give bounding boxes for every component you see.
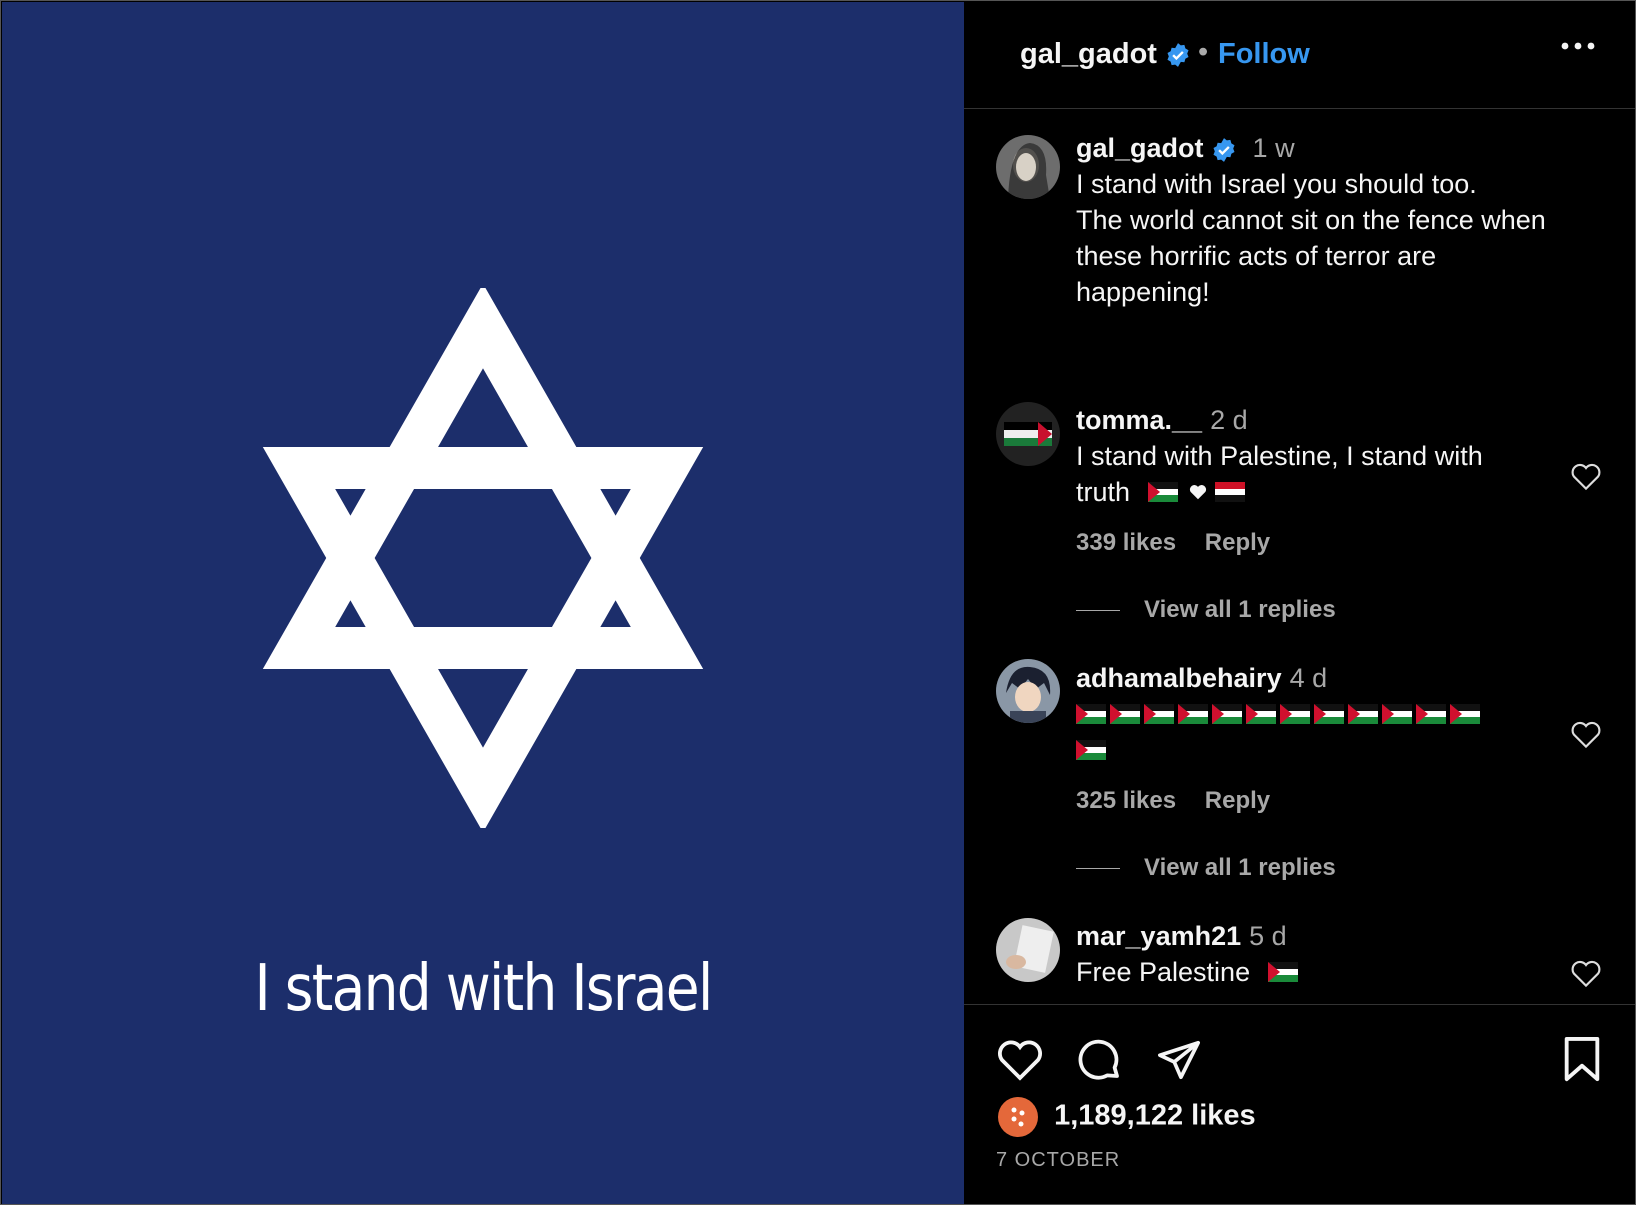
separator-dot: • xyxy=(1198,36,1209,68)
star-of-david-graphic xyxy=(262,288,704,828)
comment-meta: 325 likes Reply xyxy=(1076,787,1292,815)
heart-icon[interactable] xyxy=(996,1037,1044,1081)
caption-time: 1 w xyxy=(1252,133,1295,163)
comment-flags xyxy=(1076,696,1516,768)
palestine-flag-icon xyxy=(1246,703,1276,724)
view-replies[interactable]: View all 1 replies xyxy=(1076,596,1336,624)
share-icon[interactable] xyxy=(1156,1037,1202,1083)
caption-line: happening! xyxy=(1076,277,1210,307)
comment-text: I stand with Palestine, I stand with xyxy=(1076,441,1483,471)
comment: adhamalbehairy 4 d xyxy=(1076,660,1516,768)
post-caption: gal_gadot 1 w I stand with Israel you sh… xyxy=(1076,130,1546,310)
comment-avatar[interactable] xyxy=(996,918,1060,982)
palestine-flag-icon xyxy=(1110,703,1140,724)
view-replies-label[interactable]: View all 1 replies xyxy=(1144,596,1336,623)
post-likes-count[interactable]: 1,189,122 likes xyxy=(1054,1100,1256,1132)
caption-line: these horrific acts of terror are xyxy=(1076,241,1437,271)
author-avatar[interactable] xyxy=(996,135,1060,199)
comment-likes[interactable]: 325 likes xyxy=(1076,787,1176,814)
caption-username[interactable]: gal_gadot xyxy=(1076,133,1204,163)
comment-likes[interactable]: 339 likes xyxy=(1076,529,1176,556)
reply-button[interactable]: Reply xyxy=(1205,787,1270,814)
image-caption: I stand with Israel xyxy=(254,952,713,1026)
palestine-flag-icon xyxy=(1382,703,1412,724)
comment-text: truth xyxy=(1076,477,1131,507)
more-options-icon[interactable] xyxy=(1560,40,1596,52)
palestine-flag-icon xyxy=(1267,961,1298,982)
replies-divider xyxy=(1076,610,1120,612)
liker-avatar xyxy=(998,1097,1038,1137)
comment-icon[interactable] xyxy=(1076,1037,1124,1085)
post-window: I stand with Israel gal_gadot • Follow g… xyxy=(0,0,1636,1205)
comment-like-icon[interactable] xyxy=(1570,958,1602,988)
header-username[interactable]: gal_gadot xyxy=(1020,38,1191,71)
yemen-flag-icon xyxy=(1214,481,1245,502)
verified-badge-icon xyxy=(1167,43,1189,68)
caption-line: The world cannot sit on the fence when xyxy=(1076,205,1546,235)
header-username-text[interactable]: gal_gadot xyxy=(1020,38,1157,70)
comment-avatar[interactable] xyxy=(996,659,1060,723)
palestine-flag-icon xyxy=(1144,703,1174,724)
comment-username[interactable]: tomma.__ xyxy=(1076,405,1202,435)
palestine-flag-icon xyxy=(1076,703,1106,724)
palestine-flag-icon xyxy=(1178,703,1208,724)
bookmark-icon[interactable] xyxy=(1562,1037,1602,1083)
post-actions: 1,189,122 likes 7 OCTOBER xyxy=(964,1004,1635,1205)
palestine-flag-icon xyxy=(1314,703,1344,724)
heart-emoji-icon xyxy=(1189,484,1207,500)
comment: tomma.__ 2 d I stand with Palestine, I st… xyxy=(1076,402,1483,510)
view-replies-label[interactable]: View all 1 replies xyxy=(1144,854,1336,881)
palestine-flag-icon xyxy=(1147,481,1178,502)
caption-line: I stand with Israel you should too. xyxy=(1076,169,1477,199)
comment-username[interactable]: adhamalbehairy xyxy=(1076,663,1282,693)
comment-meta: 339 likes Reply xyxy=(1076,529,1292,557)
comment-time: 5 d xyxy=(1249,921,1287,951)
comment-text: Free Palestine xyxy=(1076,957,1251,987)
post-image[interactable]: I stand with Israel xyxy=(2,2,964,1204)
reply-button[interactable]: Reply xyxy=(1205,529,1270,556)
comment-time: 4 d xyxy=(1289,663,1328,693)
palestine-flag-icon xyxy=(1348,703,1378,724)
palestine-flag-icon xyxy=(1076,739,1106,760)
post-date: 7 OCTOBER xyxy=(996,1149,1121,1171)
post-sidebar: gal_gadot • Follow gal_gadot 1 w I stand… xyxy=(964,2,1635,1204)
comment-avatar[interactable] xyxy=(996,402,1060,466)
comment: mar_yamh21 5 d Free Palestine xyxy=(1076,918,1302,990)
comment-username[interactable]: mar_yamh21 xyxy=(1076,921,1241,951)
verified-badge-icon xyxy=(1213,137,1235,162)
post-header: gal_gadot • Follow xyxy=(964,2,1635,109)
palestine-flag-icon xyxy=(1280,703,1310,724)
comment-time: 2 d xyxy=(1210,405,1248,435)
follow-button[interactable]: Follow xyxy=(1218,38,1310,71)
post-likes[interactable]: 1,189,122 likes xyxy=(998,1097,1256,1137)
comment-like-icon[interactable] xyxy=(1570,719,1602,749)
palestine-flag-icon xyxy=(1416,703,1446,724)
comment-like-icon[interactable] xyxy=(1570,461,1602,491)
palestine-flag-icon xyxy=(1450,703,1480,724)
palestine-flag-icon xyxy=(1212,703,1242,724)
replies-divider xyxy=(1076,868,1120,870)
view-replies[interactable]: View all 1 replies xyxy=(1076,854,1336,882)
